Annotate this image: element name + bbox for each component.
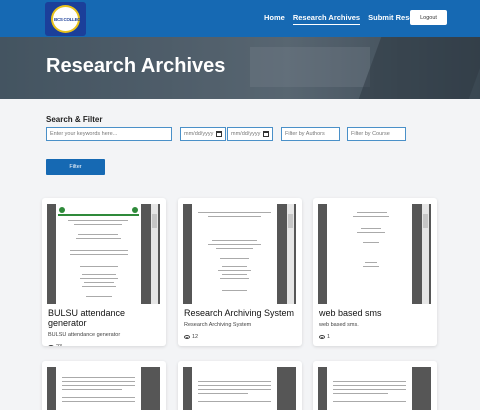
- research-card[interactable]: [178, 361, 302, 410]
- eye-icon: [319, 335, 325, 339]
- preview-scrollbar[interactable]: [422, 204, 429, 304]
- date-from-value: mm/dd/yyyy: [184, 131, 214, 137]
- view-count: 23: [56, 344, 62, 346]
- university-seal-icon: [59, 207, 65, 213]
- card-description: web based sms.: [319, 322, 359, 328]
- calendar-icon[interactable]: [216, 131, 222, 137]
- author-filter-input[interactable]: Filter by Authors: [281, 127, 340, 141]
- document-preview[interactable]: [318, 367, 431, 410]
- eye-icon: [184, 335, 190, 339]
- view-count: 12: [192, 334, 199, 340]
- document-page: [327, 367, 412, 410]
- preview-scrollbar[interactable]: [151, 204, 158, 304]
- nav-home[interactable]: Home: [264, 13, 285, 25]
- hero-banner: Research Archives: [0, 37, 480, 99]
- research-card[interactable]: Research Archiving System Research Archi…: [178, 198, 302, 346]
- card-views: 1: [319, 334, 330, 340]
- navbar: BCS COLLEGE Home Research Archives Submi…: [0, 0, 480, 37]
- research-card[interactable]: [42, 361, 166, 410]
- calendar-icon[interactable]: [263, 131, 269, 137]
- date-from-input[interactable]: mm/dd/yyyy: [180, 127, 226, 141]
- search-filter-heading: Search & Filter: [46, 115, 103, 124]
- card-views: 12: [184, 334, 198, 340]
- nav-research-archives[interactable]: Research Archives: [292, 13, 361, 25]
- logo-text: BCS COLLEGE: [54, 17, 84, 22]
- card-title[interactable]: web based sms: [319, 308, 433, 318]
- document-page: [56, 204, 141, 304]
- card-description: Research Archiving System: [184, 322, 252, 328]
- course-filter-input[interactable]: Filter by Course: [347, 127, 406, 141]
- research-card[interactable]: [313, 361, 437, 410]
- research-card[interactable]: BULSU attendance generator BULSU attenda…: [42, 198, 166, 346]
- college-seal-icon: [132, 207, 138, 213]
- view-count: 1: [327, 334, 331, 340]
- document-preview[interactable]: [318, 204, 431, 304]
- keyword-search-input[interactable]: Enter your keywords here...: [46, 127, 172, 141]
- filter-button[interactable]: Filter: [46, 159, 105, 175]
- logout-button[interactable]: Logout: [410, 10, 447, 25]
- document-page: [56, 367, 141, 410]
- page-title: Research Archives: [46, 55, 226, 77]
- document-preview[interactable]: [183, 367, 296, 410]
- document-page: [327, 204, 412, 304]
- document-page: [192, 204, 277, 304]
- document-preview[interactable]: [47, 367, 160, 410]
- document-preview[interactable]: [47, 204, 160, 304]
- hero-background-image: [250, 47, 370, 87]
- card-views: 23: [48, 344, 62, 346]
- research-card[interactable]: web based sms web based sms. 1: [313, 198, 437, 346]
- eye-icon: [48, 345, 54, 346]
- document-preview[interactable]: [183, 204, 296, 304]
- college-logo[interactable]: BCS COLLEGE: [45, 2, 86, 36]
- card-description: BULSU attendance generator: [48, 332, 121, 338]
- hero-background-shape: [358, 37, 480, 99]
- card-title[interactable]: Research Archiving System: [184, 308, 298, 318]
- document-page: [192, 367, 277, 410]
- card-title[interactable]: BULSU attendance generator: [48, 308, 162, 328]
- preview-scrollbar[interactable]: [287, 204, 294, 304]
- date-to-value: mm/dd/yyyy: [231, 131, 261, 137]
- date-to-input[interactable]: mm/dd/yyyy: [227, 127, 273, 141]
- nav-links: Home Research Archives Submit Research: [264, 13, 429, 25]
